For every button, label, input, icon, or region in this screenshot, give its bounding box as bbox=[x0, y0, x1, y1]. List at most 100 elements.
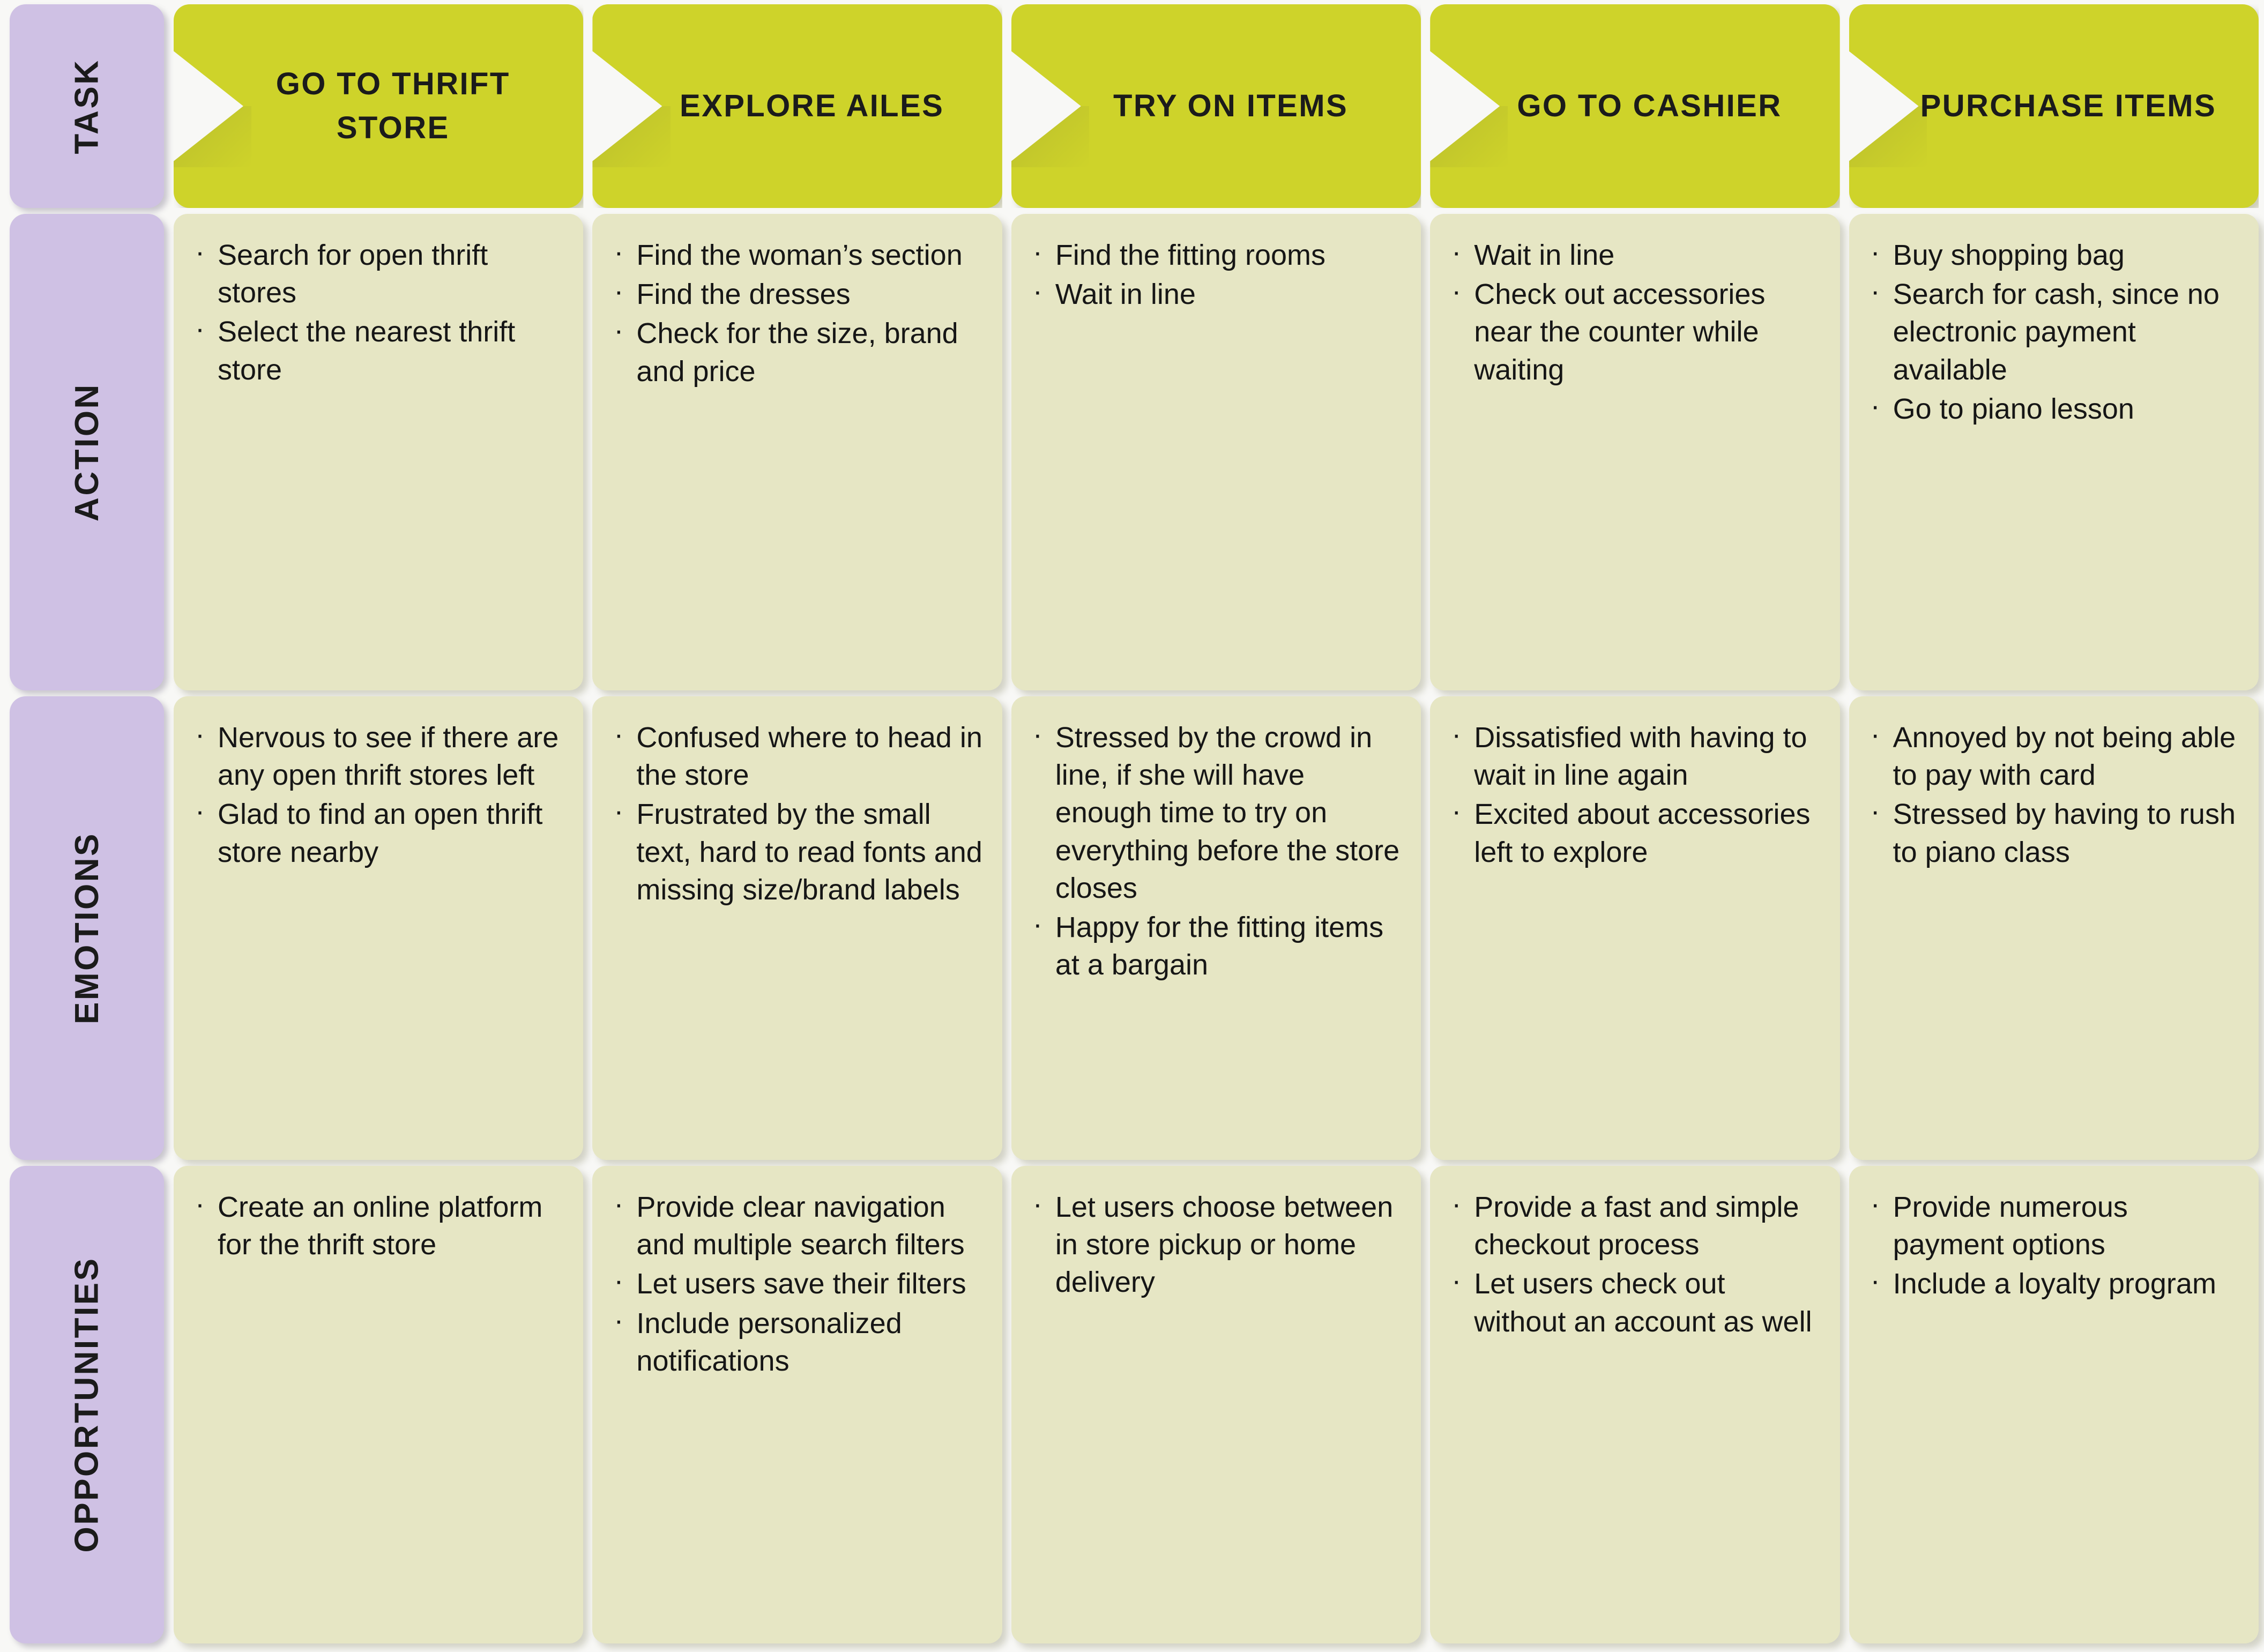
action-cell-2: Find the woman’s sectionFind the dresses… bbox=[592, 214, 1002, 690]
task-cell-2: EXPLORE AILES bbox=[592, 4, 1002, 208]
content-card[interactable]: Provide clear navigation and multiple se… bbox=[592, 1166, 1002, 1643]
bullet-list: Stressed by the crowd in line, if she wi… bbox=[1027, 716, 1403, 984]
bullet-item: Go to piano lesson bbox=[1865, 387, 2240, 428]
bullet-item: Provide a fast and simple checkout proce… bbox=[1446, 1185, 1821, 1263]
task-card-title: EXPLORE AILES bbox=[680, 88, 944, 123]
bullet-item: Provide numerous payment options bbox=[1865, 1185, 2240, 1263]
bullet-item: Search for cash, since no electronic pay… bbox=[1865, 272, 2240, 389]
emotions-cell-5: Annoyed by not being able to pay with ca… bbox=[1849, 696, 2259, 1160]
bullet-item: Create an online platform for the thrift… bbox=[190, 1185, 565, 1263]
bullet-list: Confused where to head in the storeFrust… bbox=[608, 716, 984, 909]
opportunities-card-track: Create an online platform for the thrift… bbox=[174, 1166, 2259, 1643]
emotions-card-track: Nervous to see if there are any open thr… bbox=[174, 696, 2259, 1160]
bullet-item: Frustrated by the small text, hard to re… bbox=[608, 792, 984, 909]
opportunities-cell-4: Provide a fast and simple checkout proce… bbox=[1430, 1166, 1840, 1643]
task-cell-4: GO TO CASHIER bbox=[1430, 4, 1840, 208]
row-label-opportunities: OPPORTUNITIES bbox=[10, 1166, 164, 1643]
bullet-list: Nervous to see if there are any open thr… bbox=[190, 716, 565, 871]
bullet-item: Search for open thrift stores bbox=[190, 233, 565, 311]
action-cell-5: Buy shopping bagSearch for cash, since n… bbox=[1849, 214, 2259, 690]
emotions-cell-1: Nervous to see if there are any open thr… bbox=[174, 696, 584, 1160]
task-cell-3: TRY ON ITEMS bbox=[1011, 4, 1421, 208]
journey-row-opportunities: OPPORTUNITIES Create an online platform … bbox=[10, 1166, 2259, 1643]
emotions-cell-4: Dissatisfied with having to wait in line… bbox=[1430, 696, 1840, 1160]
task-card-title: GO TO CASHIER bbox=[1517, 88, 1782, 123]
content-card[interactable]: Let users choose between in store pickup… bbox=[1011, 1166, 1421, 1643]
content-card[interactable]: Search for open thrift storesSelect the … bbox=[174, 214, 584, 690]
action-cell-3: Find the fitting roomsWait in line bbox=[1011, 214, 1421, 690]
bullet-list: Buy shopping bagSearch for cash, since n… bbox=[1865, 233, 2240, 428]
task-card-purchase-items[interactable]: PURCHASE ITEMS bbox=[1849, 4, 2259, 208]
task-card-title: GO TO THRIFT STORE bbox=[275, 66, 510, 145]
bullet-item: Confused where to head in the store bbox=[608, 716, 984, 794]
task-card-title: PURCHASE ITEMS bbox=[1920, 88, 2217, 123]
content-card[interactable]: Find the woman’s sectionFind the dresses… bbox=[592, 214, 1002, 690]
bullet-item: Dissatisfied with having to wait in line… bbox=[1446, 716, 1821, 794]
bullet-item: Provide clear navigation and multiple se… bbox=[608, 1185, 984, 1263]
task-cell-5: PURCHASE ITEMS bbox=[1849, 4, 2259, 208]
action-card-track: Search for open thrift storesSelect the … bbox=[174, 214, 2259, 690]
bullet-item: Happy for the fitting items at a bargain bbox=[1027, 905, 1403, 984]
opportunities-cell-5: Provide numerous payment optionsInclude … bbox=[1849, 1166, 2259, 1643]
user-journey-map: TASK GO TO THRIFT STORE EXPLORE AILES TR… bbox=[0, 0, 2264, 1652]
bullet-item: Wait in line bbox=[1446, 233, 1821, 274]
task-card-explore-ailes[interactable]: EXPLORE AILES bbox=[592, 4, 1002, 208]
journey-row-task: TASK GO TO THRIFT STORE EXPLORE AILES TR… bbox=[10, 4, 2259, 208]
bullet-item: Stressed by the crowd in line, if she wi… bbox=[1027, 716, 1403, 907]
content-card[interactable]: Buy shopping bagSearch for cash, since n… bbox=[1849, 214, 2259, 690]
bullet-item: Find the fitting rooms bbox=[1027, 233, 1403, 274]
journey-row-action: ACTION Search for open thrift storesSele… bbox=[10, 214, 2259, 690]
content-card[interactable]: Create an online platform for the thrift… bbox=[174, 1166, 584, 1643]
row-label-task-text: TASK bbox=[68, 58, 106, 154]
bullet-list: Let users choose between in store pickup… bbox=[1027, 1185, 1403, 1301]
bullet-item: Wait in line bbox=[1027, 272, 1403, 313]
bullet-item: Let users check out without an account a… bbox=[1446, 1262, 1821, 1340]
task-card-go-to-thrift-store[interactable]: GO TO THRIFT STORE bbox=[174, 4, 584, 208]
action-cell-1: Search for open thrift storesSelect the … bbox=[174, 214, 584, 690]
bullet-list: Dissatisfied with having to wait in line… bbox=[1446, 716, 1821, 871]
bullet-item: Stressed by having to rush to piano clas… bbox=[1865, 792, 2240, 870]
content-card[interactable]: Nervous to see if there are any open thr… bbox=[174, 696, 584, 1160]
emotions-cell-3: Stressed by the crowd in line, if she wi… bbox=[1011, 696, 1421, 1160]
content-card[interactable]: Wait in lineCheck out accessories near t… bbox=[1430, 214, 1840, 690]
bullet-list: Provide a fast and simple checkout proce… bbox=[1446, 1185, 1821, 1341]
task-card-title: TRY ON ITEMS bbox=[1113, 88, 1349, 123]
content-card[interactable]: Confused where to head in the storeFrust… bbox=[592, 696, 1002, 1160]
row-label-emotions: EMOTIONS bbox=[10, 696, 164, 1160]
bullet-item: Select the nearest thrift store bbox=[190, 310, 565, 388]
bullet-list: Find the woman’s sectionFind the dresses… bbox=[608, 233, 984, 390]
content-card[interactable]: Provide a fast and simple checkout proce… bbox=[1430, 1166, 1840, 1643]
bullet-list: Find the fitting roomsWait in line bbox=[1027, 233, 1403, 313]
row-label-action-text: ACTION bbox=[68, 383, 106, 522]
bullet-item: Let users choose between in store pickup… bbox=[1027, 1185, 1403, 1301]
bullet-list: Annoyed by not being able to pay with ca… bbox=[1865, 716, 2240, 871]
task-card-try-on-items[interactable]: TRY ON ITEMS bbox=[1011, 4, 1421, 208]
row-label-action: ACTION bbox=[10, 214, 164, 690]
emotions-cell-2: Confused where to head in the storeFrust… bbox=[592, 696, 1002, 1160]
bullet-item: Find the woman’s section bbox=[608, 233, 984, 274]
bullet-list: Create an online platform for the thrift… bbox=[190, 1185, 565, 1263]
bullet-item: Annoyed by not being able to pay with ca… bbox=[1865, 716, 2240, 794]
bullet-item: Excited about accessories left to explor… bbox=[1446, 792, 1821, 870]
opportunities-cell-2: Provide clear navigation and multiple se… bbox=[592, 1166, 1002, 1643]
task-cell-1: GO TO THRIFT STORE bbox=[174, 4, 584, 208]
content-card[interactable]: Stressed by the crowd in line, if she wi… bbox=[1011, 696, 1421, 1160]
content-card[interactable]: Dissatisfied with having to wait in line… bbox=[1430, 696, 1840, 1160]
bullet-item: Include personalized notifications bbox=[608, 1301, 984, 1380]
content-card[interactable]: Annoyed by not being able to pay with ca… bbox=[1849, 696, 2259, 1160]
content-card[interactable]: Find the fitting roomsWait in line bbox=[1011, 214, 1421, 690]
bullet-list: Search for open thrift storesSelect the … bbox=[190, 233, 565, 389]
bullet-item: Buy shopping bag bbox=[1865, 233, 2240, 274]
content-card[interactable]: Provide numerous payment optionsInclude … bbox=[1849, 1166, 2259, 1643]
bullet-item: Check for the size, brand and price bbox=[608, 311, 984, 390]
bullet-item: Nervous to see if there are any open thr… bbox=[190, 716, 565, 794]
bullet-item: Include a loyalty program bbox=[1865, 1262, 2240, 1303]
task-card-track: GO TO THRIFT STORE EXPLORE AILES TRY ON … bbox=[174, 4, 2259, 208]
action-cell-4: Wait in lineCheck out accessories near t… bbox=[1430, 214, 1840, 690]
opportunities-cell-1: Create an online platform for the thrift… bbox=[174, 1166, 584, 1643]
task-card-go-to-cashier[interactable]: GO TO CASHIER bbox=[1430, 4, 1840, 208]
row-label-opportunities-text: OPPORTUNITIES bbox=[68, 1256, 106, 1553]
bullet-item: Let users save their filters bbox=[608, 1262, 984, 1303]
row-label-emotions-text: EMOTIONS bbox=[68, 832, 106, 1024]
journey-row-emotions: EMOTIONS Nervous to see if there are any… bbox=[10, 696, 2259, 1160]
